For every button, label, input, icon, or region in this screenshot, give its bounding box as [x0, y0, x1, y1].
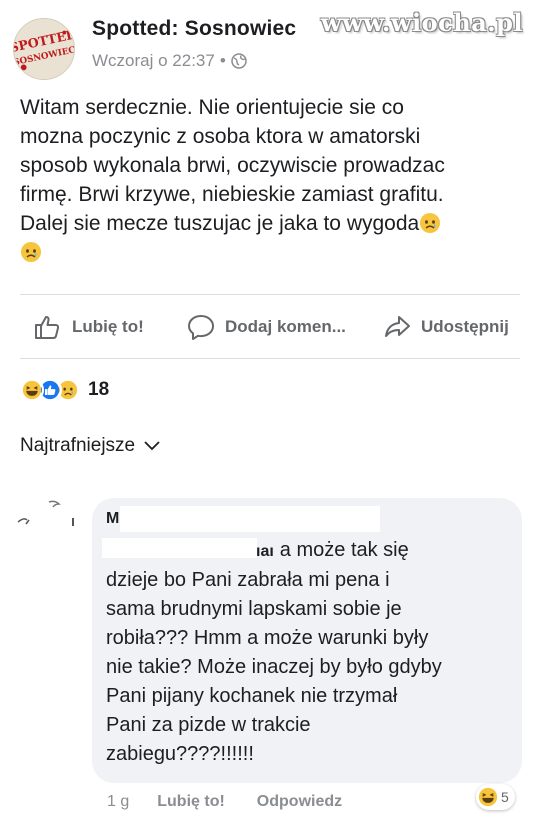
haha-reaction-icon [478, 787, 498, 807]
comment-text: ıaı a może tak się dzieje bo Pani zabrała… [106, 536, 511, 769]
share-label: Udostępnij [421, 317, 509, 336]
spotted-logo: SPOTTED SOSNOWIEC [14, 19, 74, 79]
post-line: mozna poczynic z osoba ktora w amatorski [20, 125, 421, 148]
comment-reaction-count: 5 [501, 789, 509, 805]
like-label: Lubię to! [72, 317, 144, 336]
comment-line: Pani za pizde w trakcie [106, 714, 311, 736]
post-line: Dalej sie mecze tuszujac je jaka to wygo… [20, 212, 420, 235]
comment-line: dzieje bo Pani zabrała mi pena i [106, 569, 390, 591]
comment-line: zabiegu????!!!!!! [106, 743, 254, 765]
comment-sort-dropdown[interactable]: Najtrafniejsze [20, 435, 161, 457]
name-fragment: ıaı [256, 543, 274, 560]
comment-author[interactable]: M [106, 510, 119, 528]
watermark: www.wiocha.pl [320, 8, 523, 37]
share-arrow-icon [385, 316, 410, 337]
post-line: Witam serdecznie. Nie orientujecie sie c… [20, 96, 404, 119]
reaction-count: 18 [88, 379, 110, 400]
sort-label: Najtrafniejsze [20, 435, 136, 456]
comment-line: sama brudnymi lapskami sobie je [106, 598, 402, 620]
like-button[interactable]: Lubię to! [33, 307, 144, 347]
comment-bubble: M ıaı a może tak się dzieje bo Pani zabra… [92, 498, 522, 783]
meta-separator: • [219, 51, 226, 70]
chevron-down-icon [144, 441, 160, 451]
speech-bubble-icon [188, 315, 214, 340]
post-line-emoji [20, 238, 515, 267]
post-meta: Wczoraj o 22:37 • [92, 51, 247, 71]
comment-actions: 1 g Lubię to! Odpowiedz [107, 793, 342, 811]
commenter-avatar[interactable] [15, 500, 83, 540]
crying-face-emoji-icon [21, 242, 41, 262]
thumbs-up-icon [35, 316, 60, 339]
post-body: Witam serdecznie. Nie orientujecie sie c… [20, 93, 515, 267]
reactions-summary[interactable]: 18 [20, 376, 109, 404]
share-button[interactable]: Udostępnij [382, 307, 509, 347]
page-avatar[interactable]: SPOTTED SOSNOWIEC [13, 18, 75, 80]
comment-line: nie takie? Może inaczej by było gdyby [106, 656, 442, 678]
globe-icon [231, 53, 247, 69]
redaction-block [120, 506, 380, 532]
divider [20, 294, 520, 295]
haha-reaction-icon [20, 378, 44, 402]
comment-line: robiła??? Hmm a może warunki były [106, 627, 429, 649]
post-timestamp[interactable]: Wczoraj o 22:37 [92, 51, 215, 71]
comment-label: Dodaj komen... [225, 317, 346, 336]
crying-face-emoji-icon [420, 213, 441, 233]
comment-like-button[interactable]: Lubię to! [157, 793, 225, 811]
post-line: firmę. Brwi krzywe, niebieskie zamiast g… [20, 183, 444, 206]
post-action-bar: Lubię to! Dodaj komen... Udostępnij [0, 307, 533, 347]
divider [20, 358, 520, 359]
comment-reactions-badge[interactable]: 5 [476, 784, 515, 810]
comment-line: a może tak się [279, 539, 409, 561]
comment-first-line: ıaı a może tak się [106, 536, 511, 566]
page-name[interactable]: Spotted: Sosnowiec [92, 17, 296, 41]
comment-line: Pani pijany kochanek nie trzymał [106, 685, 398, 707]
post-line-last: Dalej sie mecze tuszujac je jaka to wygo… [20, 209, 515, 238]
comment-reply-button[interactable]: Odpowiedz [257, 793, 342, 811]
comment-button[interactable]: Dodaj komen... [186, 307, 346, 347]
post-line: sposob wykonala brwi, oczywiscie prowadz… [20, 154, 445, 177]
comment-time[interactable]: 1 g [107, 793, 129, 811]
post-header: SPOTTED SOSNOWIEC Spotted: Sosnowiec Wcz… [0, 0, 533, 85]
